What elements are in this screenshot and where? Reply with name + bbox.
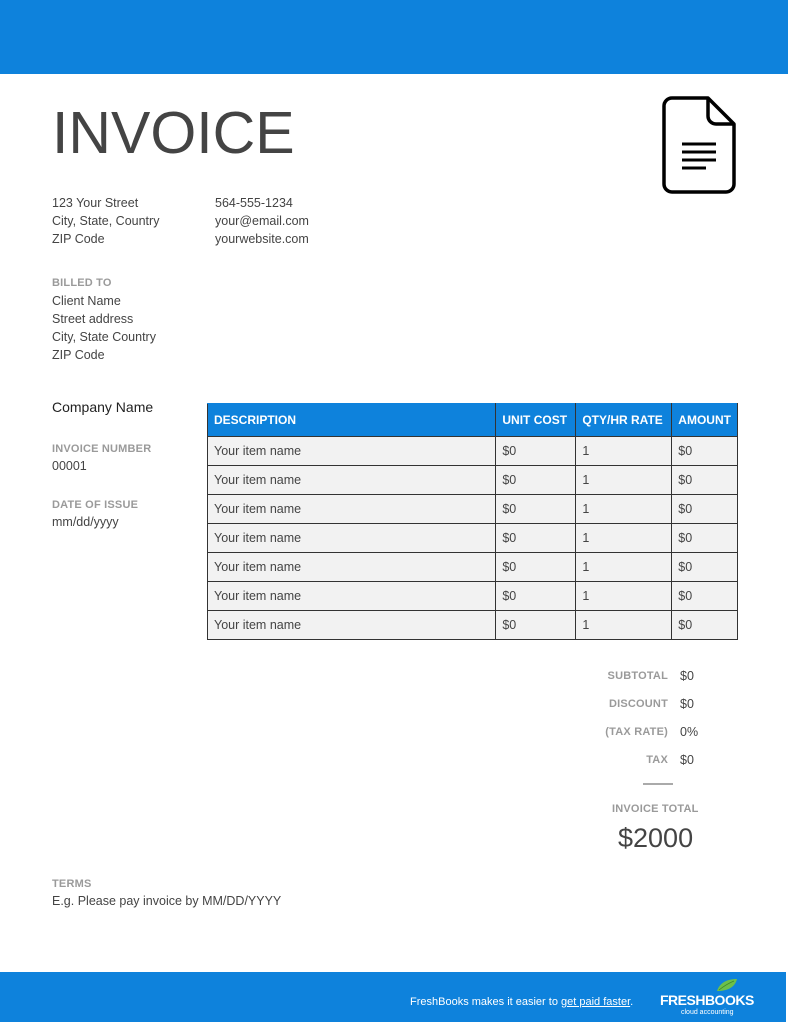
item-amount: $0 — [671, 465, 738, 495]
item-amount: $0 — [671, 610, 738, 640]
client-street: Street address — [52, 312, 134, 326]
email: your@email.com — [215, 214, 309, 228]
item-qty: 1 — [575, 436, 673, 466]
item-qty: 1 — [575, 465, 673, 495]
item-unit-cost: $0 — [495, 465, 577, 495]
discount-row: DISCOUNT $0 — [560, 690, 720, 718]
discount-label: DISCOUNT — [608, 698, 668, 710]
tax-rate-value: 0% — [680, 725, 699, 739]
item-amount: $0 — [671, 523, 738, 553]
header-qty: QTY/HR RATE — [575, 403, 673, 437]
totals-summary: SUBTOTAL $0 DISCOUNT $0 (TAX RATE) 0% TA… — [560, 662, 720, 774]
freshbooks-tagline: cloud accounting — [681, 1009, 734, 1016]
header-unit-cost: UNIT COST — [495, 403, 577, 437]
totals-divider — [643, 783, 673, 785]
header-description: DESCRIPTION — [206, 403, 497, 437]
address-line: ZIP Code — [52, 232, 105, 246]
table-row: Your item name $0 1 $0 — [206, 581, 738, 611]
item-unit-cost: $0 — [495, 436, 577, 466]
subtotal-value: $0 — [680, 669, 694, 683]
item-unit-cost: $0 — [495, 610, 577, 640]
tax-row: TAX $0 — [560, 746, 720, 774]
freshbooks-logo[interactable]: FRESHBOOKS cloud accounting — [660, 978, 754, 1020]
item-description: Your item name — [206, 436, 497, 466]
footer-text: FreshBooks makes it easier to — [410, 996, 562, 1008]
leaf-icon — [717, 979, 737, 991]
invoice-number-label: INVOICE NUMBER — [52, 443, 152, 455]
tax-rate-label: (TAX RATE) — [605, 726, 668, 738]
item-amount: $0 — [671, 436, 738, 466]
tax-rate-row: (TAX RATE) 0% — [560, 718, 720, 746]
top-banner — [0, 0, 788, 74]
item-qty: 1 — [575, 552, 673, 582]
line-items-table: DESCRIPTION UNIT COST QTY/HR RATE AMOUNT… — [206, 403, 738, 640]
item-unit-cost: $0 — [495, 523, 577, 553]
invoice-number: INVOICE NUMBER 00001 — [52, 441, 151, 475]
table-row: Your item name $0 1 $0 — [206, 523, 738, 553]
billed-to: BILLED TO Client Name Street address Cit… — [52, 275, 156, 364]
website: yourwebsite.com — [215, 232, 309, 246]
terms: TERMS E.g. Please pay invoice by MM/DD/Y… — [52, 876, 281, 910]
item-unit-cost: $0 — [495, 581, 577, 611]
phone: 564-555-1234 — [215, 196, 293, 210]
client-name: Client Name — [52, 294, 121, 308]
table-row: Your item name $0 1 $0 — [206, 494, 738, 524]
item-description: Your item name — [206, 523, 497, 553]
table-row: Your item name $0 1 $0 — [206, 610, 738, 640]
client-city: City, State Country — [52, 330, 156, 344]
get-paid-faster-link[interactable]: get paid faster — [561, 996, 630, 1008]
table-row: Your item name $0 1 $0 — [206, 436, 738, 466]
tax-label: TAX — [646, 754, 668, 766]
document-icon — [662, 96, 736, 194]
date-of-issue-label: DATE OF ISSUE — [52, 499, 139, 511]
terms-value: E.g. Please pay invoice by MM/DD/YYYY — [52, 894, 282, 908]
item-qty: 1 — [575, 610, 673, 640]
address-line: 123 Your Street — [52, 196, 139, 210]
table-header-row: DESCRIPTION UNIT COST QTY/HR RATE AMOUNT — [206, 403, 738, 437]
freshbooks-wordmark: FRESHBOOKS — [660, 992, 754, 1008]
table-row: Your item name $0 1 $0 — [206, 465, 738, 495]
invoice-title: INVOICE — [52, 100, 295, 166]
sender-address: 123 Your Street City, State, Country ZIP… — [52, 194, 159, 248]
invoice-total-value: $2000 — [618, 823, 694, 853]
item-description: Your item name — [206, 581, 497, 611]
tax-value: $0 — [680, 753, 694, 767]
sender-contact: 564-555-1234 your@email.com yourwebsite.… — [215, 194, 309, 248]
invoice-number-value: 00001 — [52, 459, 87, 473]
item-description: Your item name — [206, 552, 497, 582]
item-qty: 1 — [575, 581, 673, 611]
item-qty: 1 — [575, 494, 673, 524]
item-amount: $0 — [671, 494, 738, 524]
invoice-total-label: INVOICE TOTAL — [612, 803, 699, 815]
date-of-issue: DATE OF ISSUE mm/dd/yyyy — [52, 497, 138, 531]
header-amount: AMOUNT — [671, 403, 738, 437]
company-name: Company Name — [52, 399, 154, 415]
item-description: Your item name — [206, 494, 497, 524]
terms-label: TERMS — [52, 878, 92, 890]
item-qty: 1 — [575, 523, 673, 553]
date-of-issue-value: mm/dd/yyyy — [52, 515, 119, 529]
discount-value: $0 — [680, 697, 694, 711]
item-description: Your item name — [206, 610, 497, 640]
table-row: Your item name $0 1 $0 — [206, 552, 738, 582]
address-line: City, State, Country — [52, 214, 160, 228]
subtotal-row: SUBTOTAL $0 — [560, 662, 720, 690]
item-unit-cost: $0 — [495, 494, 577, 524]
client-zip: ZIP Code — [52, 348, 105, 362]
item-unit-cost: $0 — [495, 552, 577, 582]
item-amount: $0 — [671, 581, 738, 611]
footer-tagline: FreshBooks makes it easier to get paid f… — [410, 996, 633, 1008]
item-amount: $0 — [671, 552, 738, 582]
billed-to-label: BILLED TO — [52, 277, 112, 289]
item-description: Your item name — [206, 465, 497, 495]
subtotal-label: SUBTOTAL — [607, 670, 668, 682]
footer-suffix: . — [630, 996, 634, 1008]
